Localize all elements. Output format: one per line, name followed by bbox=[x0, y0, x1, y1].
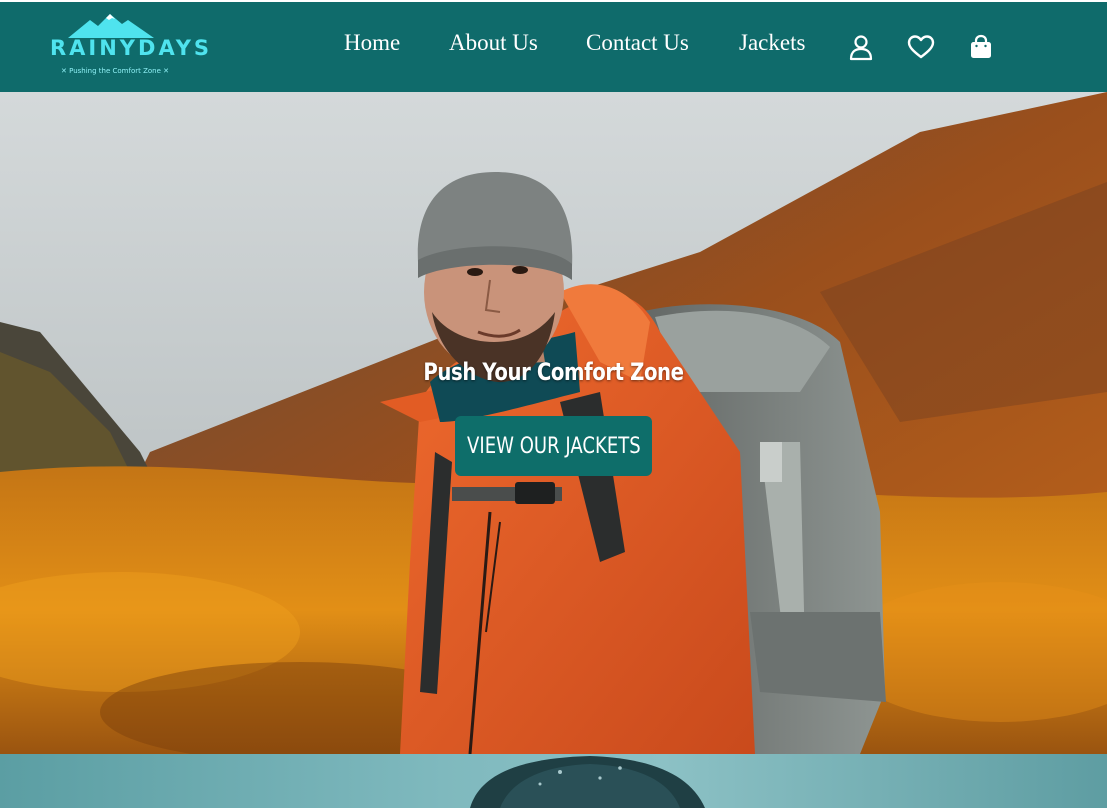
logo[interactable]: RAINYDAYS ✕ Pushing the Comfort Zone ✕ bbox=[50, 12, 213, 82]
view-jackets-button[interactable]: VIEW OUR JACKETS bbox=[455, 416, 652, 476]
nav-home[interactable]: Home bbox=[344, 30, 400, 56]
user-icon[interactable] bbox=[847, 33, 875, 61]
nav-about-us[interactable]: About Us bbox=[449, 30, 538, 56]
next-section-image bbox=[0, 754, 1107, 808]
jacket-photo-preview bbox=[470, 756, 705, 808]
hero-title: Push Your Comfort Zone bbox=[423, 358, 684, 386]
shopping-bag-icon[interactable] bbox=[967, 33, 995, 61]
logo-tagline: ✕ Pushing the Comfort Zone ✕ bbox=[61, 67, 169, 75]
hero-banner: Push Your Comfort Zone VIEW OUR JACKETS bbox=[0, 92, 1107, 754]
logo-wordmark: RAINYDAYS bbox=[50, 36, 213, 60]
nav-jackets[interactable]: Jackets bbox=[739, 30, 805, 56]
view-jackets-button-label: VIEW OUR JACKETS bbox=[466, 433, 641, 459]
mountain-logo-icon bbox=[68, 14, 154, 38]
site-header: RAINYDAYS ✕ Pushing the Comfort Zone ✕ H… bbox=[0, 0, 1107, 92]
heart-icon[interactable] bbox=[907, 33, 935, 61]
nav-contact-us[interactable]: Contact Us bbox=[586, 30, 689, 56]
